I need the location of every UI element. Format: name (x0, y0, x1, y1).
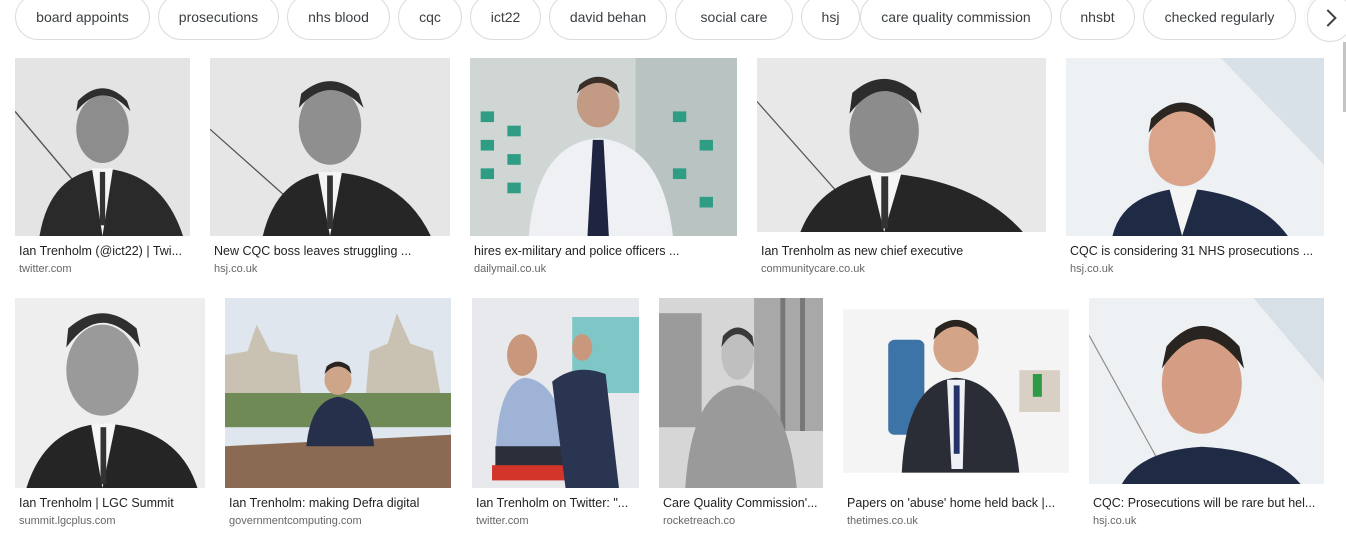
result-caption: CQC: Prosecutions will be rare but hel..… (1093, 496, 1316, 510)
result-caption: hires ex-military and police officers ..… (474, 244, 680, 258)
related-searches-bar: board appoints prosecutions nhs blood cq… (15, 0, 1346, 42)
result-source: governmentcomputing.com (229, 515, 362, 527)
result-caption: Ian Trenholm as new chief executive (761, 244, 964, 258)
chip-nhs-blood[interactable]: nhs blood (287, 0, 390, 40)
image-result[interactable]: Ian Trenholm on Twitter: "... twitter.co… (472, 298, 640, 528)
result-thumbnail[interactable] (225, 298, 451, 488)
result-thumbnail[interactable] (757, 58, 1046, 232)
chip-cqc[interactable]: cqc (398, 0, 462, 40)
image-result[interactable]: hires ex-military and police officers ..… (470, 58, 738, 280)
image-result[interactable]: Ian Trenholm | LGC Summit summit.lgcplus… (15, 298, 206, 528)
result-caption: Ian Trenholm | LGC Summit (19, 496, 174, 510)
result-source: thetimes.co.uk (847, 515, 918, 527)
chip-prosecutions[interactable]: prosecutions (158, 0, 279, 40)
result-source: hsj.co.uk (214, 263, 258, 275)
image-result[interactable]: Ian Trenholm: making Defra digital gover… (225, 298, 452, 528)
result-caption: CQC is considering 31 NHS prosecutions .… (1070, 244, 1314, 258)
result-source: summit.lgcplus.com (19, 515, 116, 527)
image-result[interactable]: Ian Trenholm as new chief executive comm… (757, 58, 1047, 280)
chip-board-appoints[interactable]: board appoints (15, 0, 150, 40)
image-result[interactable]: CQC: Prosecutions will be rare but hel..… (1089, 298, 1325, 528)
image-result[interactable]: Ian Trenholm (@ict22) | Twi... twitter.c… (15, 58, 191, 280)
result-caption: Ian Trenholm on Twitter: "... (476, 496, 629, 510)
chevron-right-icon (1326, 9, 1337, 27)
result-source: communitycare.co.uk (761, 263, 865, 275)
image-result[interactable]: Care Quality Commission'... rocketreach.… (659, 298, 824, 528)
result-source: hsj.co.uk (1070, 263, 1114, 275)
result-source: hsj.co.uk (1093, 515, 1137, 527)
result-thumbnail[interactable] (843, 298, 1069, 488)
result-thumbnail[interactable] (470, 58, 737, 236)
image-result[interactable]: New CQC boss leaves struggling ... hsj.c… (210, 58, 451, 280)
result-thumbnail[interactable] (659, 298, 823, 488)
result-thumbnail[interactable] (1066, 58, 1324, 236)
image-result[interactable]: CQC is considering 31 NHS prosecutions .… (1066, 58, 1325, 280)
chip-hsj[interactable]: hsj (801, 0, 860, 40)
result-thumbnail[interactable] (15, 298, 205, 488)
chip-david-behan[interactable]: david behan (549, 0, 667, 40)
result-source: twitter.com (476, 515, 529, 527)
chip-care-quality-commission[interactable]: care quality commission (860, 0, 1052, 40)
image-result[interactable]: Papers on 'abuse' home held back |... th… (843, 298, 1070, 528)
result-thumbnail[interactable] (210, 58, 450, 236)
result-source: rocketreach.co (663, 515, 736, 527)
result-thumbnail[interactable] (1089, 298, 1324, 484)
result-thumbnail[interactable] (15, 58, 190, 236)
result-source: twitter.com (19, 263, 72, 275)
chip-checked-regularly[interactable]: checked regularly (1143, 0, 1296, 40)
result-caption: Ian Trenholm (@ict22) | Twi... (19, 244, 182, 258)
result-caption: Care Quality Commission'... (663, 496, 818, 510)
result-caption: Ian Trenholm: making Defra digital (229, 496, 420, 510)
chip-social-care[interactable]: social care (675, 0, 793, 40)
result-caption: Papers on 'abuse' home held back |... (847, 496, 1056, 510)
chip-ict22[interactable]: ict22 (470, 0, 541, 40)
chip-nhsbt[interactable]: nhsbt (1060, 0, 1135, 40)
result-thumbnail[interactable] (472, 298, 639, 488)
result-source: dailymail.co.uk (474, 263, 547, 275)
result-caption: New CQC boss leaves struggling ... (214, 244, 412, 258)
